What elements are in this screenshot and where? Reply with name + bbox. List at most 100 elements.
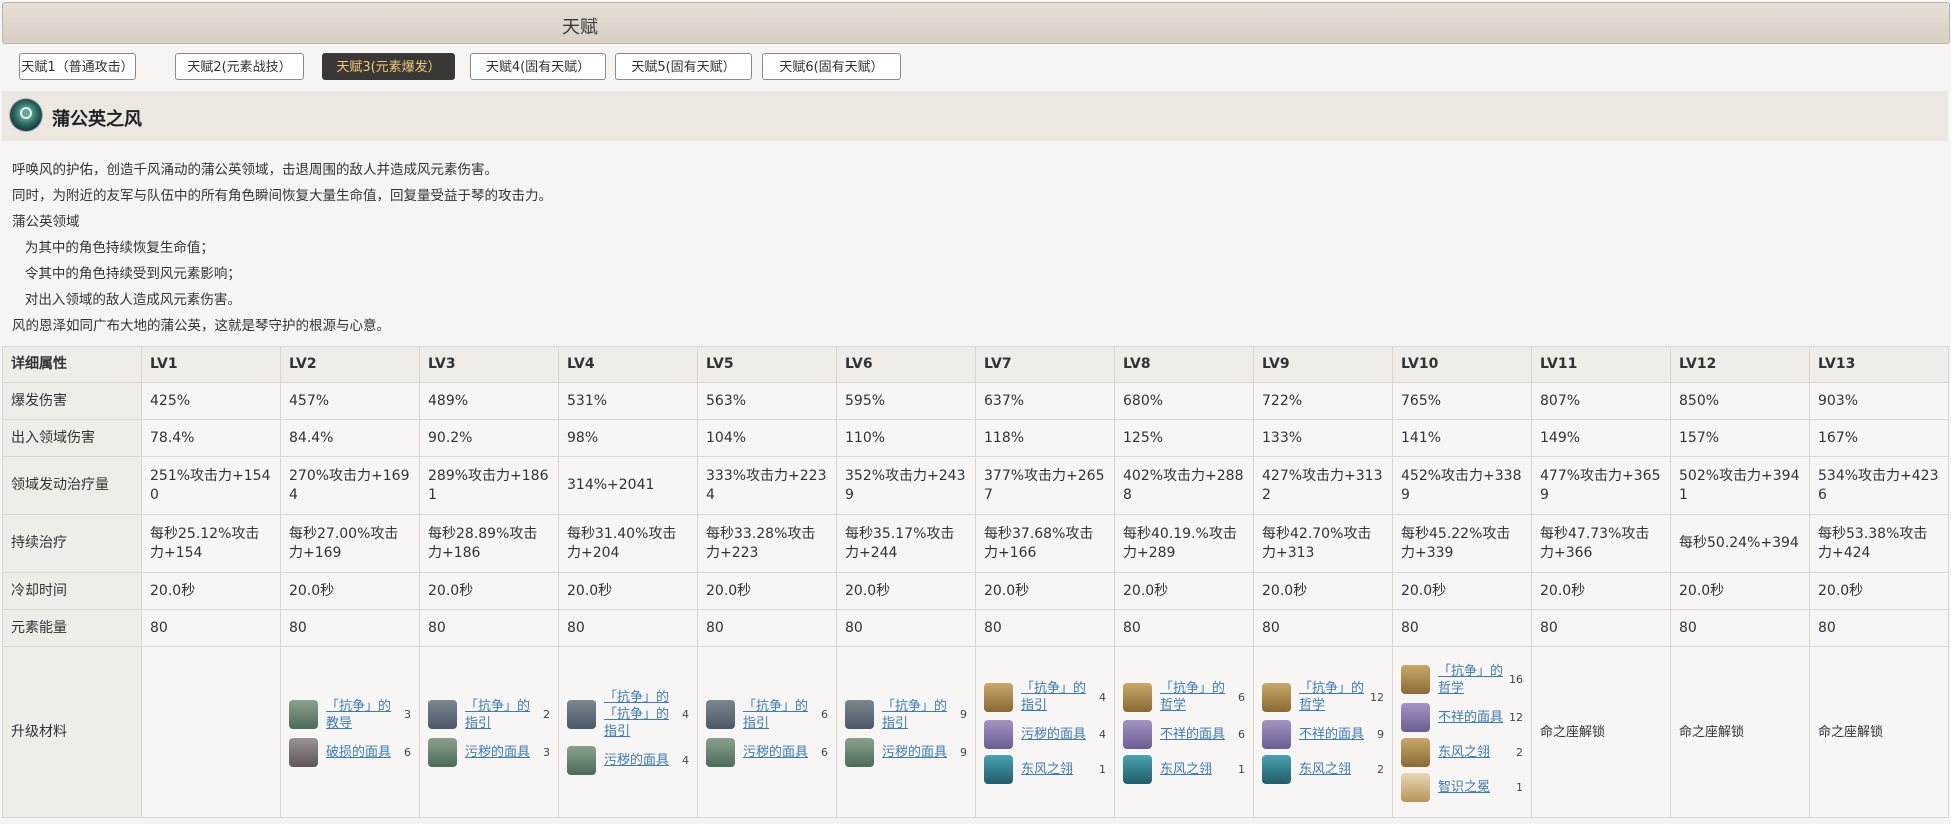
material-icon[interactable]: [428, 737, 457, 767]
value-cell: 每秒35.17%攻击力+244: [836, 514, 976, 573]
material-link[interactable]: 污秽的面具: [882, 744, 956, 761]
material-icon[interactable]: [1123, 682, 1152, 712]
material-icon[interactable]: [1262, 720, 1291, 749]
tab-talent-5[interactable]: 天赋5(固有天赋）: [615, 53, 752, 80]
material-count: 9: [960, 708, 967, 721]
header-level: LV5: [697, 346, 837, 383]
tab-talent-1[interactable]: 天赋1（普通攻击）: [19, 53, 136, 80]
material-icon[interactable]: [567, 746, 596, 775]
material-link[interactable]: 污秽的面具: [604, 752, 678, 769]
material-icon[interactable]: [567, 700, 596, 729]
material-link[interactable]: 「抗争」的哲学: [1438, 663, 1505, 697]
description-line: 同时，为附近的友军与队伍中的所有角色瞬间恢复大量生命值，回复量受益于琴的攻击力。: [12, 188, 552, 204]
material-link[interactable]: 智识之冕: [1438, 779, 1512, 796]
value-cell: 每秒25.12%攻击力+154: [141, 514, 281, 573]
row-label: 元素能量: [2, 609, 142, 647]
material-link[interactable]: 东风之翎: [1438, 744, 1512, 761]
material-link[interactable]: 东风之翎: [1160, 761, 1234, 778]
material-icon[interactable]: [706, 700, 735, 729]
materials-cell: 「抗争」的指引 6 污秽的面具 6: [697, 646, 837, 818]
material-icon[interactable]: [1401, 737, 1430, 767]
value-cell: 80: [1392, 609, 1532, 647]
material-icon[interactable]: [1123, 755, 1152, 784]
material-link[interactable]: 「抗争」的教导: [326, 698, 400, 732]
material-icon[interactable]: [1262, 755, 1291, 784]
table-row: 爆发伤害 425% 457% 489% 531% 563% 595% 637% 680% 722%…: [2, 382, 1949, 420]
constellation-unlock: 命之座解锁: [1818, 724, 1884, 740]
value-cell: 680%: [1114, 382, 1254, 420]
material-link[interactable]: 不祥的面具: [1299, 726, 1373, 743]
material-link[interactable]: 「抗争」的指引: [465, 698, 539, 732]
material-link[interactable]: 不祥的面具: [1160, 726, 1234, 743]
material-icon[interactable]: [845, 737, 874, 767]
value-cell: 427%攻击力+3132: [1253, 456, 1393, 515]
material-link[interactable]: 破损的面具: [326, 744, 400, 761]
material-icon[interactable]: [428, 700, 457, 729]
material-item: 不祥的面具 12: [1401, 702, 1523, 732]
materials-cell: 「抗争」的哲学 12 不祥的面具 9 东风之翎 2: [1253, 646, 1393, 818]
value-cell: 157%: [1670, 419, 1810, 457]
material-link[interactable]: 东风之翎: [1021, 761, 1095, 778]
material-icon[interactable]: [845, 700, 874, 729]
material-link[interactable]: 污秽的面具: [1021, 726, 1095, 743]
tab-talent-6[interactable]: 天赋6(固有天赋）: [762, 53, 901, 80]
material-item: 「抗争」的指引 2: [428, 698, 550, 732]
material-count: 4: [682, 708, 689, 721]
row-label: 持续治疗: [2, 514, 142, 573]
material-link[interactable]: 「抗争」的哲学: [1299, 680, 1366, 714]
header-level: LV10: [1392, 346, 1532, 383]
material-icon[interactable]: [984, 682, 1013, 712]
material-item: 污秽的面具 9: [845, 737, 967, 767]
material-item: 「抗争」的指引 9: [845, 698, 967, 732]
table-row: 元素能量 80 80 80 80 80 80 80 80 80 80 80 80 80: [2, 609, 1949, 647]
material-icon[interactable]: [1262, 682, 1291, 712]
material-item: 污秽的面具 6: [706, 737, 828, 767]
value-cell: 80: [419, 609, 559, 647]
header-level: LV4: [558, 346, 698, 383]
value-cell: 80: [1531, 609, 1671, 647]
material-icon[interactable]: [289, 737, 318, 767]
material-link[interactable]: 「抗争」的哲学: [1160, 680, 1234, 714]
material-icon[interactable]: [984, 720, 1013, 749]
value-cell: 110%: [836, 419, 976, 457]
material-icon[interactable]: [706, 737, 735, 767]
attribute-table: 详细属性 LV1 LV2 LV3 LV4 LV5 LV6 LV7 LV8 LV9 LV10 LV11 L…: [2, 346, 1949, 818]
material-link[interactable]: 「抗争」的指引: [743, 698, 817, 732]
tab-talent-2[interactable]: 天赋2(元素战技）: [175, 53, 304, 80]
value-cell: 20.0秒: [1670, 572, 1810, 610]
row-label: 爆发伤害: [2, 382, 142, 420]
material-link[interactable]: 「抗争」的「抗争」的指引: [604, 689, 678, 740]
material-link[interactable]: 污秽的面具: [465, 744, 539, 761]
tab-talent-3[interactable]: 天赋3(元素爆发）: [322, 53, 455, 80]
material-link[interactable]: 污秽的面具: [743, 744, 817, 761]
material-item: 「抗争」的指引 6: [706, 698, 828, 732]
material-icon[interactable]: [984, 755, 1013, 784]
material-link[interactable]: 「抗争」的指引: [882, 698, 956, 732]
material-icon[interactable]: [1123, 720, 1152, 749]
materials-cell: [141, 646, 281, 818]
material-icon[interactable]: [1401, 772, 1430, 802]
description-line: 令其中的角色持续受到风元素影响；: [12, 266, 241, 282]
value-cell: 722%: [1253, 382, 1393, 420]
table-row: 持续治疗 每秒25.12%攻击力+154 每秒27.00%攻击力+169 每秒28.8…: [2, 514, 1949, 573]
value-cell: 20.0秒: [975, 572, 1115, 610]
material-icon[interactable]: [1401, 702, 1430, 732]
value-cell: 531%: [558, 382, 698, 420]
material-count: 9: [1377, 728, 1384, 741]
value-cell: 80: [141, 609, 281, 647]
value-cell: 80: [697, 609, 837, 647]
material-count: 6: [821, 745, 828, 759]
tab-talent-4[interactable]: 天赋4(固有天赋）: [470, 53, 606, 80]
material-icon[interactable]: [289, 700, 318, 729]
material-count: 6: [404, 745, 411, 759]
material-link[interactable]: 「抗争」的指引: [1021, 680, 1095, 714]
row-label: 领域发动治疗量: [2, 456, 142, 515]
value-cell: 每秒53.38%攻击力+424: [1809, 514, 1949, 573]
material-icon[interactable]: [1401, 665, 1430, 694]
value-cell: 每秒37.68%攻击力+166: [975, 514, 1115, 573]
materials-cell: 「抗争」的指引 2 污秽的面具 3: [419, 646, 559, 818]
material-link[interactable]: 不祥的面具: [1438, 709, 1505, 726]
materials-cell: 「抗争」的哲学 16 不祥的面具 12 东风之翎 2 智识之冕 1: [1392, 646, 1532, 818]
material-count: 6: [1238, 728, 1245, 741]
material-link[interactable]: 东风之翎: [1299, 761, 1373, 778]
